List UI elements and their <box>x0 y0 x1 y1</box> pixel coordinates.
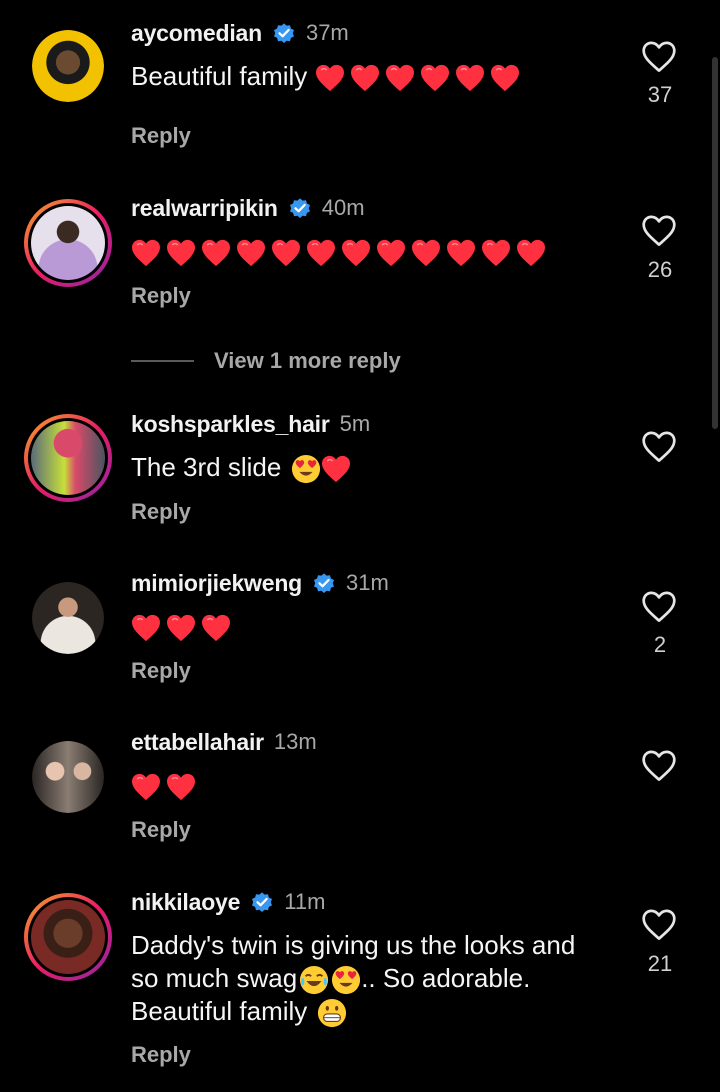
reply-button[interactable]: Reply <box>131 499 191 525</box>
username[interactable]: koshsparkles_hair <box>131 411 330 438</box>
timestamp: 5m <box>339 411 371 436</box>
red-heart-emoji-icon <box>490 64 520 92</box>
avatar[interactable] <box>24 893 112 981</box>
like-count: 2 <box>653 632 667 657</box>
like-heart-icon[interactable] <box>640 40 678 74</box>
like-heart-icon[interactable] <box>640 430 678 464</box>
heart-emoji-row <box>131 236 551 266</box>
like-heart-icon[interactable] <box>640 749 678 783</box>
username[interactable]: nikkilaoye <box>131 889 240 916</box>
red-heart-emoji-icon <box>201 614 231 642</box>
reply-button[interactable]: Reply <box>131 658 191 684</box>
red-heart-emoji-icon <box>411 239 441 267</box>
red-heart-emoji-icon <box>341 239 371 267</box>
comment-text <box>131 610 611 643</box>
timestamp: 11m <box>284 889 326 914</box>
comment-text: Daddy's twin is giving us the looks and … <box>131 929 621 1028</box>
red-heart-emoji-icon <box>271 239 301 267</box>
red-heart-emoji-icon <box>236 239 266 267</box>
red-heart-emoji-icon <box>350 64 380 92</box>
like-heart-icon[interactable] <box>640 908 678 942</box>
red-heart-emoji-icon <box>166 773 196 801</box>
like-count: 37 <box>647 82 673 107</box>
username[interactable]: ettabellahair <box>131 729 264 756</box>
red-heart-emoji-icon <box>166 239 196 267</box>
timestamp: 13m <box>273 729 317 754</box>
avatar[interactable] <box>32 30 104 102</box>
reply-button[interactable]: Reply <box>131 283 191 309</box>
comment-text <box>131 235 611 268</box>
like-heart-icon[interactable] <box>640 214 678 248</box>
avatar[interactable] <box>32 741 104 813</box>
avatar[interactable] <box>32 582 104 654</box>
heart-emoji-row <box>315 61 525 91</box>
timestamp: 37m <box>305 20 349 45</box>
verified-badge-icon <box>250 890 274 914</box>
reply-button[interactable]: Reply <box>131 817 191 843</box>
red-heart-emoji-icon <box>481 239 511 267</box>
verified-badge-icon <box>272 21 296 45</box>
laughing-tears-emoji-icon <box>299 965 329 995</box>
red-heart-emoji-icon <box>315 64 345 92</box>
red-heart-emoji-icon <box>131 773 161 801</box>
red-heart-emoji-icon <box>321 455 351 483</box>
comment-text: The 3rd slide <box>131 451 611 484</box>
grinning-emoji-icon <box>317 998 347 1028</box>
red-heart-emoji-icon <box>516 239 546 267</box>
red-heart-emoji-icon <box>201 239 231 267</box>
view-more-replies[interactable]: View 1 more reply <box>131 348 401 374</box>
reply-button[interactable]: Reply <box>131 123 191 149</box>
avatar[interactable] <box>24 199 112 287</box>
red-heart-emoji-icon <box>131 239 161 267</box>
reply-button[interactable]: Reply <box>131 1042 191 1068</box>
like-heart-icon[interactable] <box>640 590 678 624</box>
heart-emoji-row <box>131 770 201 800</box>
heart-eyes-emoji-icon <box>291 454 321 484</box>
divider-line <box>131 360 194 362</box>
timestamp: 40m <box>321 195 365 220</box>
comment-text: Beautiful family <box>131 60 611 93</box>
username[interactable]: realwarripikin <box>131 195 278 222</box>
heart-emoji-row <box>131 611 236 641</box>
like-count: 26 <box>647 257 673 282</box>
scrollbar[interactable] <box>712 57 718 429</box>
verified-badge-icon <box>312 571 336 595</box>
view-more-replies-label[interactable]: View 1 more reply <box>214 348 401 374</box>
red-heart-emoji-icon <box>376 239 406 267</box>
username[interactable]: aycomedian <box>131 20 262 47</box>
verified-badge-icon <box>288 196 312 220</box>
red-heart-emoji-icon <box>131 614 161 642</box>
red-heart-emoji-icon <box>455 64 485 92</box>
heart-eyes-emoji-icon <box>331 965 361 995</box>
comment-text <box>131 769 611 802</box>
username[interactable]: mimiorjiekweng <box>131 570 302 597</box>
red-heart-emoji-icon <box>166 614 196 642</box>
like-count: 21 <box>647 951 673 976</box>
red-heart-emoji-icon <box>306 239 336 267</box>
avatar[interactable] <box>24 414 112 502</box>
red-heart-emoji-icon <box>446 239 476 267</box>
timestamp: 31m <box>346 570 389 595</box>
red-heart-emoji-icon <box>385 64 415 92</box>
red-heart-emoji-icon <box>420 64 450 92</box>
